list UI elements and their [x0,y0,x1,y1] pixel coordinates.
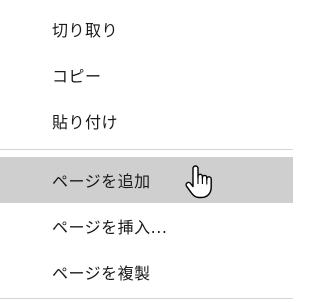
menu-item-copy[interactable]: コピー [0,52,293,98]
menu-item-insert-page[interactable]: ページを挿入... [0,203,293,249]
menu-item-label: 切り取り [52,21,119,40]
menu-item-duplicate-page[interactable]: ページを複製 [0,249,293,295]
menu-item-cut[interactable]: 切り取り [0,6,293,52]
menu-item-add-page[interactable]: ページを追加 [0,157,293,203]
menu-item-paste[interactable]: 貼り付け [0,98,293,144]
menu-item-label: ページを複製 [52,264,151,283]
menu-item-label: ページを追加 [52,172,151,191]
menu-item-label: コピー [52,67,102,86]
hand-pointer-icon [185,165,212,199]
menu-separator [0,298,293,299]
context-menu: 切り取り コピー 貼り付け ページを追加 ページを挿入... ページを複製 [0,0,293,302]
menu-item-label: 貼り付け [52,113,119,132]
menu-separator [0,149,293,150]
menu-item-label: ページを挿入... [52,218,168,237]
